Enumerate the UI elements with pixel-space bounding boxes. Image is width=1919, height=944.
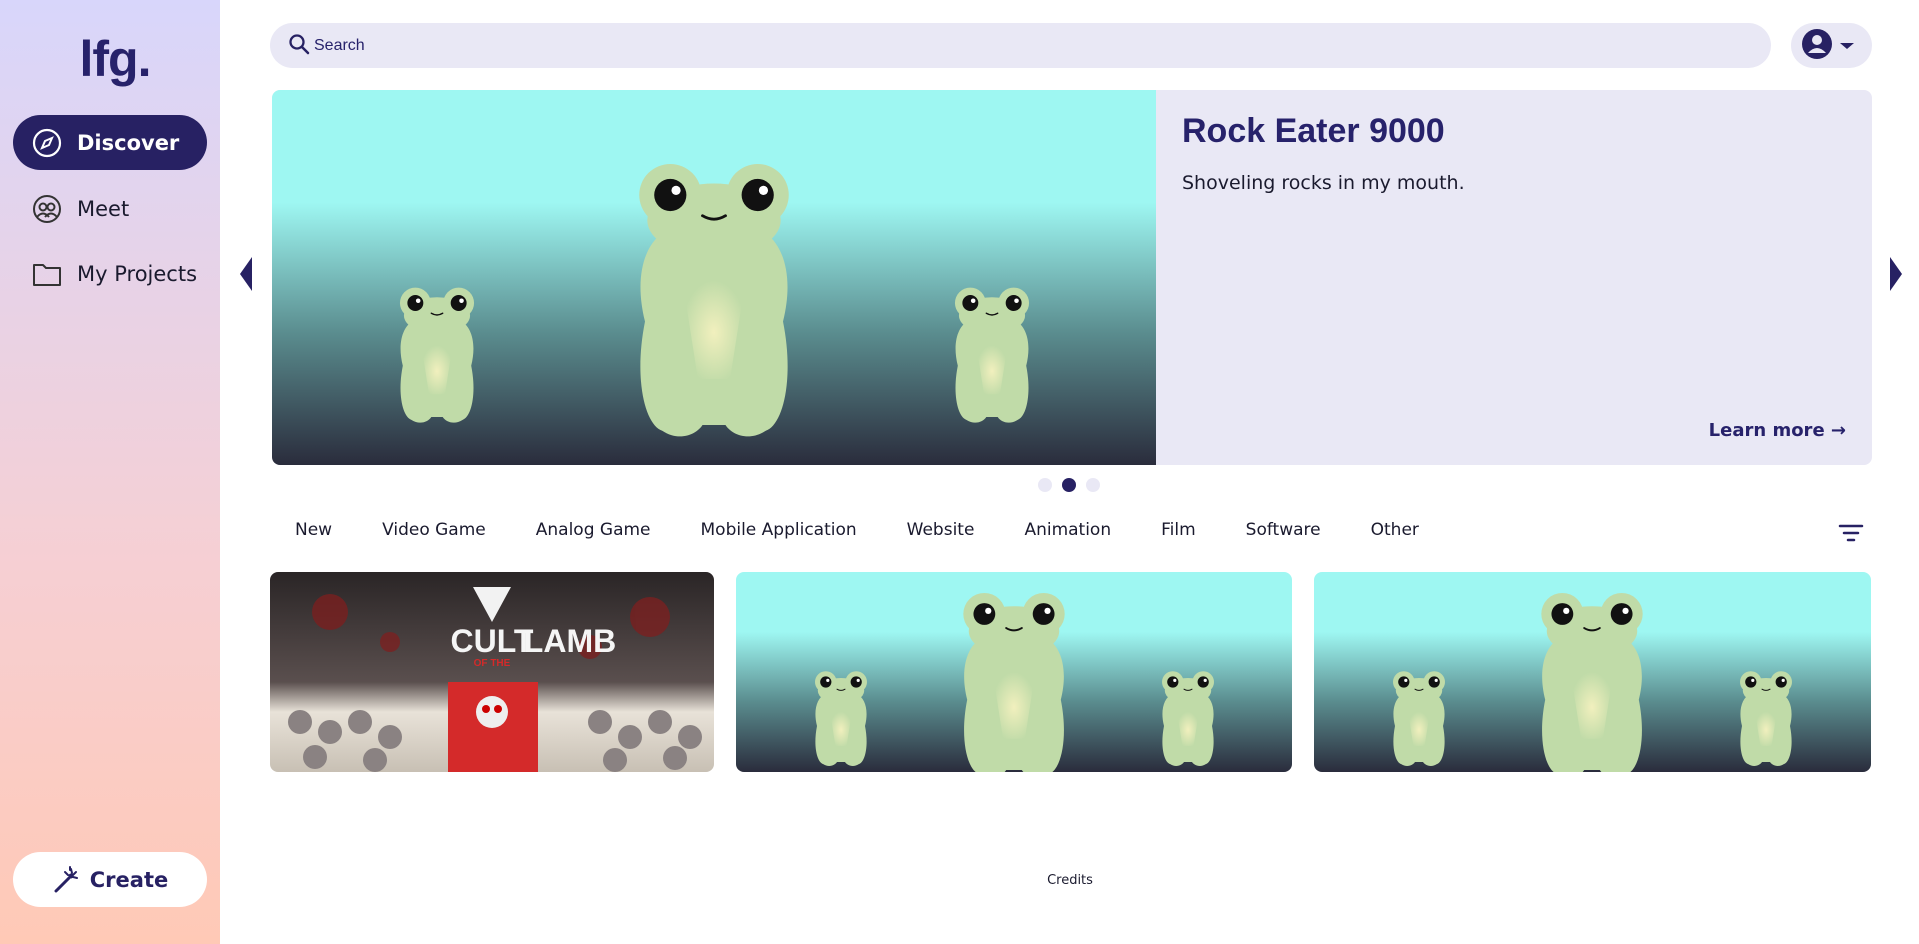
create-label: Create [89,867,169,892]
category-mobile-application[interactable]: Mobile Application [701,520,857,540]
project-card-frogs[interactable] [736,572,1292,772]
project-thumbnail [736,572,1292,772]
card-logo-lamb: LAMB [524,623,616,659]
user-menu-button[interactable] [1791,23,1872,68]
sidebar-item-discover[interactable]: Discover [13,115,207,170]
compass-icon [31,127,63,159]
category-tabs: New Video Game Analog Game Mobile Applic… [295,520,1469,540]
user-avatar-icon [1801,28,1833,64]
sidebar-item-label: My Projects [77,261,198,286]
sidebar-item-meet[interactable]: Meet [13,181,207,236]
category-new[interactable]: New [295,520,332,540]
category-animation[interactable]: Animation [1024,520,1111,540]
carousel-prev-arrow[interactable] [238,255,254,293]
search-input[interactable] [314,36,1714,55]
filter-icon[interactable] [1838,522,1864,544]
card-logo-of-the: OF THE [474,658,511,669]
sidebar: lfg. Discover Meet My Projects Create [0,0,220,944]
magic-wand-icon [52,865,80,894]
caret-down-icon [1839,36,1855,55]
carousel-dot[interactable] [1038,478,1052,492]
hero-description: Shoveling rocks in my mouth. [1182,172,1465,194]
project-card-cult-of-the-lamb[interactable]: CULT OF THE LAMB [270,572,714,772]
category-website[interactable]: Website [907,520,975,540]
people-icon [31,193,63,225]
carousel-next-arrow[interactable] [1888,255,1904,293]
hero-image[interactable] [272,90,1156,465]
category-software[interactable]: Software [1246,520,1321,540]
search-bar[interactable] [270,23,1771,68]
sidebar-item-label: Meet [77,196,130,221]
sidebar-item-my-projects[interactable]: My Projects [13,246,207,301]
hero-carousel: Rock Eater 9000 Shoveling rocks in my mo… [272,90,1872,465]
category-analog-game[interactable]: Analog Game [536,520,651,540]
sidebar-item-label: Discover [77,130,180,155]
credits-link[interactable]: Credits [1000,873,1140,888]
folder-icon [31,258,63,290]
hero-title: Rock Eater 9000 [1182,112,1445,150]
category-film[interactable]: Film [1161,520,1196,540]
project-card-frogs[interactable] [1314,572,1871,772]
project-thumbnail: CULT OF THE LAMB [270,572,714,772]
card-logo-cult: CULT [451,623,534,659]
carousel-dot-active[interactable] [1062,478,1076,492]
app-logo[interactable]: lfg. [0,30,230,88]
project-thumbnail [1314,572,1871,772]
category-video-game[interactable]: Video Game [382,520,486,540]
learn-more-link[interactable]: Learn more → [1709,420,1846,441]
category-other[interactable]: Other [1371,520,1419,540]
carousel-dot[interactable] [1086,478,1100,492]
carousel-dots [1038,478,1100,492]
create-button[interactable]: Create [13,852,207,907]
search-icon [288,33,310,59]
